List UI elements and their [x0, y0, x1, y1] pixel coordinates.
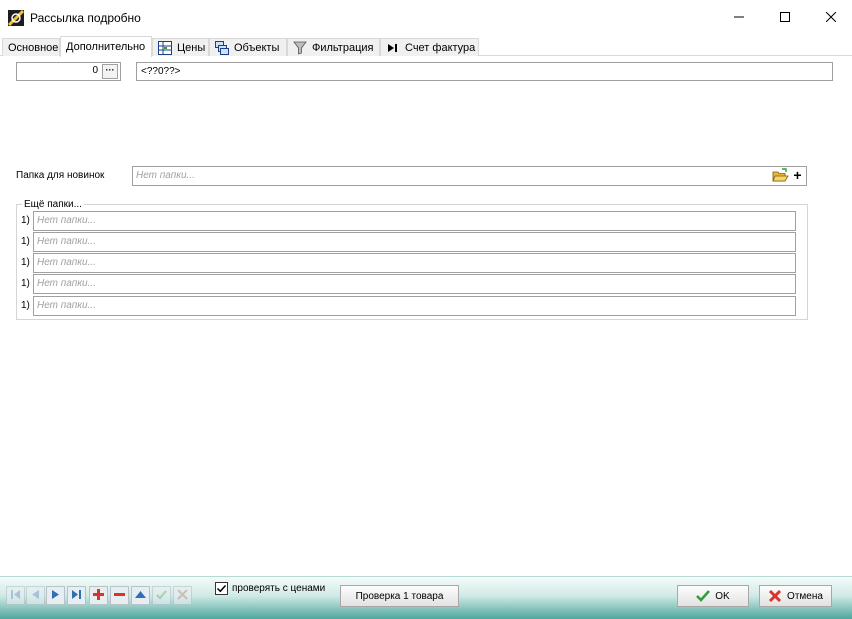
folder-path-field[interactable]: Нет папки... [33, 211, 796, 231]
triangle-up-icon [135, 589, 146, 603]
row-number: 1) [21, 236, 30, 247]
group-title: Ещё папки... [22, 199, 84, 210]
new-items-folder-field[interactable]: Нет папки... + [132, 166, 807, 186]
folder-row: 1) Нет папки... [21, 274, 797, 294]
check-items-label: Проверка 1 товара [355, 590, 444, 602]
app-logo-icon [7, 9, 25, 27]
folder-placeholder: Нет папки... [136, 170, 195, 181]
folder-path-field[interactable]: Нет папки... [33, 296, 796, 316]
number-value: 0 [92, 65, 98, 76]
title-bar: Рассылка подробно [0, 0, 852, 36]
folder-placeholder: Нет папки... [37, 278, 96, 289]
nav-delete-button[interactable] [110, 586, 129, 605]
tab-additional[interactable]: Дополнительно [60, 36, 152, 57]
row-number: 1) [21, 257, 30, 268]
nav-last-button[interactable] [67, 586, 86, 605]
nav-prior-button[interactable] [26, 586, 45, 605]
maximize-button[interactable] [762, 0, 808, 36]
close-button[interactable] [808, 0, 852, 36]
add-folder-button[interactable]: + [790, 168, 805, 184]
nav-cancel-button[interactable] [173, 586, 192, 605]
tab-strip: Основное Дополнительно Цены Объекты Филь… [0, 36, 852, 57]
price-table-icon [158, 40, 172, 55]
template-text-field[interactable]: <??0??> [136, 62, 833, 81]
red-cross-icon [768, 589, 782, 603]
nav-post-button[interactable] [152, 586, 171, 605]
check-prices-label: проверять с ценами [232, 583, 326, 594]
ellipsis-button[interactable]: ··· [102, 64, 118, 79]
folder-path-field[interactable]: Нет папки... [33, 253, 796, 273]
nav-first-button[interactable] [6, 586, 25, 605]
tab-label: Объекты [234, 41, 280, 54]
tab-label: Основное [8, 41, 59, 54]
last-record-icon [71, 589, 82, 603]
folder-placeholder: Нет папки... [37, 236, 96, 247]
nav-edit-button[interactable] [131, 586, 150, 605]
folder-placeholder: Нет папки... [37, 215, 96, 226]
folder-row: 1) Нет папки... [21, 232, 797, 252]
tab-label: Счет фактура [405, 41, 476, 54]
new-items-folder-label: Папка для новинок [16, 170, 105, 181]
number-field[interactable]: 0 ··· [16, 62, 121, 81]
nav-insert-button[interactable] [89, 586, 108, 605]
cancel-label: Отмена [787, 590, 823, 602]
tab-objects[interactable]: Объекты [209, 38, 287, 56]
bottom-toolbar: проверять с ценами Проверка 1 товара OK … [0, 576, 852, 619]
plus-icon [93, 588, 104, 603]
more-folders-group: Ещё папки... 1) Нет папки... 1) Нет папк… [16, 199, 808, 320]
folder-row: 1) Нет папки... [21, 253, 797, 273]
check-prices-checkbox[interactable] [215, 582, 228, 595]
close-icon [825, 11, 837, 25]
minimize-icon [734, 12, 744, 25]
folder-path-field[interactable]: Нет папки... [33, 232, 796, 252]
funnel-icon [293, 41, 307, 55]
tab-prices[interactable]: Цены [152, 38, 209, 56]
maximize-icon [780, 11, 790, 25]
folder-placeholder: Нет папки... [37, 257, 96, 268]
folder-path-field[interactable]: Нет папки... [33, 274, 796, 294]
next-record-icon [50, 589, 61, 603]
row-number: 1) [21, 215, 30, 226]
tab-main[interactable]: Основное [2, 38, 60, 56]
minimize-button[interactable] [716, 0, 762, 36]
minus-icon [114, 589, 125, 603]
prior-record-icon [30, 589, 41, 603]
folder-placeholder: Нет папки... [37, 300, 96, 311]
check-prices-option[interactable]: проверять с ценами [215, 582, 325, 595]
tab-filtering[interactable]: Фильтрация [287, 38, 380, 56]
tab-invoice[interactable]: Счет фактура [380, 38, 479, 56]
window-title: Рассылка подробно [30, 11, 141, 25]
checkmark-icon [696, 590, 711, 602]
open-folder-icon[interactable] [772, 168, 789, 184]
first-record-icon [10, 589, 21, 603]
folder-row: 1) Нет папки... [21, 296, 797, 316]
play-end-icon [386, 41, 400, 55]
cancel-button[interactable]: Отмена [759, 585, 832, 607]
row-number: 1) [21, 300, 30, 311]
ok-label: OK [715, 590, 730, 602]
check-items-button[interactable]: Проверка 1 товара [340, 585, 459, 607]
checkmark-icon [156, 589, 167, 603]
objects-icon [215, 40, 229, 55]
row-number: 1) [21, 278, 30, 289]
nav-next-button[interactable] [46, 586, 65, 605]
ok-button[interactable]: OK [677, 585, 749, 607]
tab-label: Дополнительно [66, 41, 146, 53]
tab-label: Цены [177, 41, 206, 54]
cross-icon [177, 588, 188, 603]
folder-row: 1) Нет папки... [21, 211, 797, 231]
tab-label: Фильтрация [312, 41, 374, 54]
